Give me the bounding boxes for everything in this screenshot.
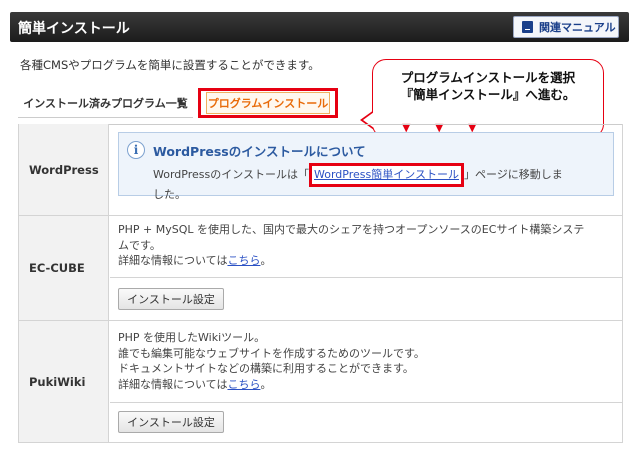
- info-text-line2: した。: [153, 188, 186, 201]
- info-icon: i: [127, 141, 145, 159]
- info-title: WordPressのインストールについて: [153, 144, 366, 159]
- related-manual-button[interactable]: 関連マニュアル: [513, 16, 619, 38]
- intro-text: 各種CMSやプログラムを簡単に設置することができます。: [20, 58, 320, 72]
- program-name: WordPress: [19, 124, 109, 215]
- info-text-before: WordPressのインストールは「: [153, 168, 310, 181]
- related-manual-label: 関連マニュアル: [539, 21, 616, 34]
- info-text: WordPressのインストールは「 WordPress簡単インストール 」ページに…: [153, 163, 603, 203]
- details-link[interactable]: こちら: [227, 254, 260, 267]
- table-row: PukiWiki PHP を使用したWikiツール。 誰でも編集可能なウェブサイ…: [18, 321, 623, 443]
- desc-more-prefix: 詳細な情報については: [118, 254, 228, 267]
- desc-line: 誰でも編集可能なウェブサイトを作成するためのツールです。: [118, 346, 425, 360]
- page-title: 簡単インストール: [18, 21, 130, 37]
- details-link[interactable]: こちら: [227, 378, 260, 391]
- install-settings-button[interactable]: インストール設定: [118, 288, 224, 310]
- program-name: PukiWiki: [19, 321, 109, 442]
- table-row: WordPress i WordPressのインストールについて WordPre…: [18, 124, 623, 216]
- desc-more: 詳細な情報についてはこちら。: [118, 377, 612, 393]
- info-box: i WordPressのインストールについて WordPressのインストールは…: [118, 132, 614, 201]
- table-row: EC-CUBE PHP + MySQL を使用した、国内で最大のシェアを持つオー…: [18, 216, 623, 321]
- desc-line: PHP + MySQL を使用した、国内で最大のシェアを持つオープンソースのEC…: [118, 223, 585, 236]
- program-description: PHP + MySQL を使用した、国内で最大のシェアを持つオープンソースのEC…: [118, 222, 612, 269]
- desc-more-suffix: 。: [260, 254, 272, 267]
- page-header: 簡単インストール 関連マニュアル: [10, 12, 629, 42]
- info-text-after: 」ページに移動しま: [464, 168, 563, 181]
- callout-line-2: 『簡単インストール』へ進む。: [400, 87, 576, 102]
- desc-more-prefix: 詳細な情報については: [118, 377, 228, 391]
- divider: [110, 277, 622, 278]
- desc-line: ムです。: [118, 238, 161, 252]
- install-settings-button[interactable]: インストール設定: [118, 411, 224, 433]
- desc-more-suffix: 。: [260, 377, 272, 391]
- desc-line: PHP を使用したWikiツール。: [118, 331, 266, 344]
- tab-installed-programs[interactable]: インストール済みプログラム一覧: [18, 88, 193, 118]
- wordpress-easy-install-link[interactable]: WordPress簡単インストール: [314, 168, 459, 181]
- divider: [110, 402, 622, 403]
- book-icon: [522, 21, 533, 33]
- program-name: EC-CUBE: [19, 216, 109, 320]
- tab-program-install-label: プログラムインストール: [206, 92, 330, 114]
- desc-more: 詳細な情報についてはこちら。: [118, 253, 612, 269]
- desc-line: ドキュメントサイトなどの構築に利用することができます。: [118, 362, 414, 375]
- program-description: PHP を使用したWikiツール。 誰でも編集可能なウェブサイトを作成するための…: [118, 330, 612, 392]
- tab-program-install[interactable]: プログラムインストール: [198, 88, 338, 118]
- highlight-box: WordPress簡単インストール: [309, 163, 465, 187]
